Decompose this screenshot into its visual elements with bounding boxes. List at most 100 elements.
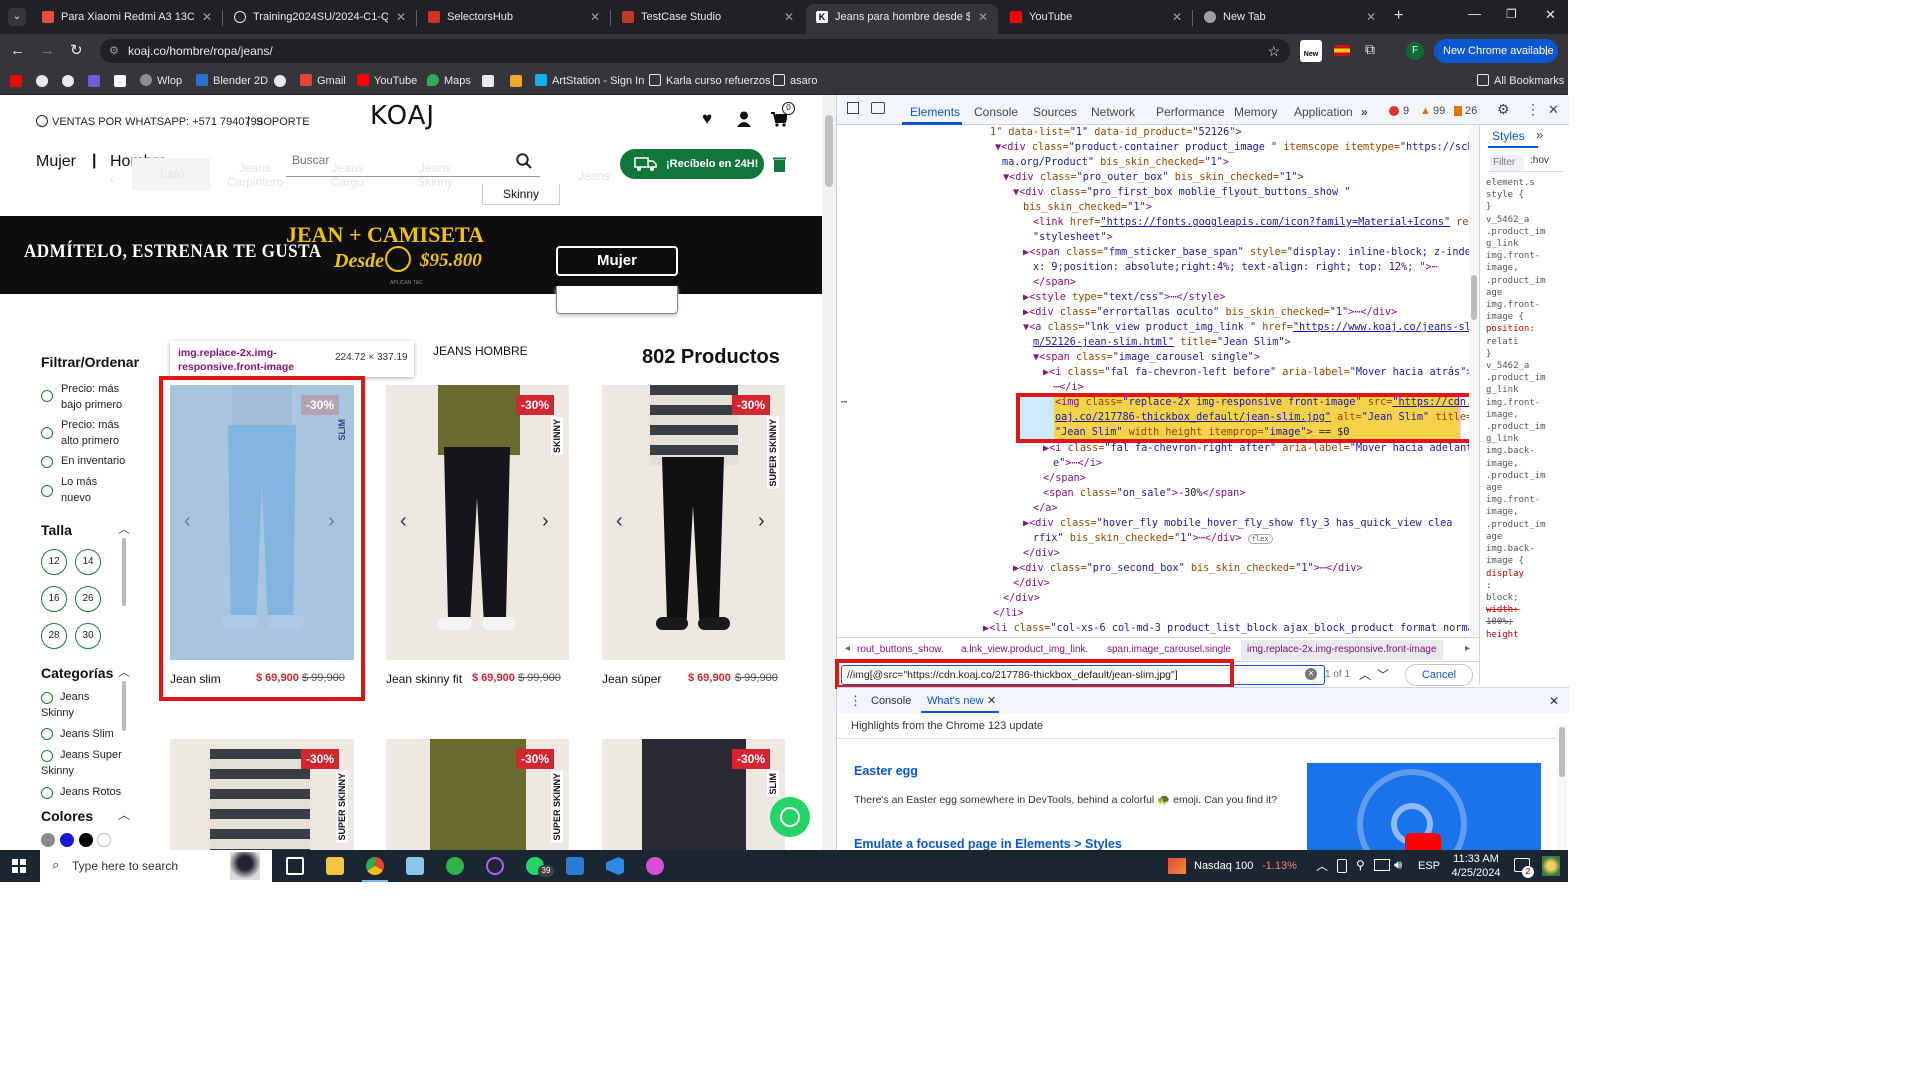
bookmark-icon[interactable] — [36, 75, 48, 87]
elements-scrollbar[interactable] — [1469, 125, 1479, 637]
close-tab-icon[interactable]: ✕ — [202, 4, 212, 30]
size-28[interactable]: 28 — [41, 623, 67, 649]
inspect-element-icon[interactable] — [847, 102, 859, 114]
size-26[interactable]: 26 — [75, 586, 101, 612]
elements-scrollbar-thumb[interactable] — [1471, 275, 1477, 320]
network-icon[interactable] — [1374, 859, 1390, 871]
filter-radio[interactable] — [41, 456, 53, 468]
chip-todo[interactable]: Todo — [132, 158, 210, 190]
close-drawer-tab-icon[interactable]: ✕ — [987, 694, 996, 707]
more-tabs-icon[interactable]: » — [1361, 105, 1368, 119]
category-jeans-super-skinny[interactable]: Jeans Super Skinny — [41, 747, 131, 779]
filter-price-high[interactable]: Precio: más alto primero — [61, 417, 131, 449]
emulate-focused-link[interactable]: Emulate a focused page in Elements > Sty… — [854, 837, 1122, 851]
widget-icon[interactable] — [1542, 856, 1560, 876]
category-radio[interactable] — [41, 787, 53, 799]
crumb-selected[interactable]: img.replace-2x.img-responsive.front-imag… — [1241, 640, 1443, 660]
product-image-jean-skinny-fit[interactable]: ‹ › — [386, 385, 569, 660]
bookmark-star-icon[interactable]: ☆ — [1267, 39, 1280, 63]
settings-gear-icon[interactable]: ⚙ — [1497, 101, 1510, 118]
styles-filter-input[interactable]: Filter — [1490, 155, 1524, 171]
tab-xiaomi[interactable]: Para Xiaomi Redmi A3 13C 12C ✕ — [32, 4, 222, 34]
devtools-tab-performance[interactable]: Performance — [1156, 105, 1225, 119]
delivery-24h-button[interactable]: ¡Recíbelo en 24H! — [620, 149, 764, 179]
play-icon[interactable] — [1405, 833, 1441, 850]
color-swatch-blue[interactable] — [60, 833, 74, 847]
bookmark-icon[interactable] — [62, 75, 74, 87]
carousel-next-icon[interactable]: › — [542, 510, 549, 533]
koaj-logo[interactable]: KOAJ — [370, 101, 435, 131]
close-tab-icon[interactable]: ✕ — [1172, 4, 1182, 30]
close-devtools-icon[interactable]: ✕ — [1548, 102, 1559, 118]
warning-count[interactable]: 99 — [1433, 105, 1445, 117]
bookmark-youtube[interactable]: YouTube — [357, 74, 417, 87]
color-swatch-white[interactable] — [97, 833, 111, 847]
bookmark-icon[interactable] — [482, 75, 494, 87]
previous-match-icon[interactable]: ︿ — [1359, 666, 1371, 683]
devtools-menu-icon[interactable]: ⋮ — [1526, 101, 1540, 118]
category-radio[interactable] — [41, 728, 53, 740]
tab-selectorshub[interactable]: SelectorsHub ✕ — [418, 4, 610, 34]
youtube-bookmark-icon[interactable] — [10, 75, 22, 87]
close-tab-icon[interactable]: ✕ — [396, 4, 406, 30]
tab-youtube[interactable]: YouTube ✕ — [1000, 4, 1192, 34]
new-chrome-available-button[interactable]: New Chrome available ⋮ — [1434, 39, 1558, 63]
filter-newest[interactable]: Lo más nuevo — [61, 474, 111, 506]
whatsapp-sales[interactable]: VENTAS POR WHATSAPP: +571 7940799 — [36, 115, 263, 128]
chevron-up-icon[interactable]: ︿ — [118, 806, 130, 823]
drawer-scrollbar-thumb[interactable] — [1559, 727, 1565, 777]
vscode-icon[interactable] — [606, 857, 624, 875]
soporte-link[interactable]: SOPORTE — [256, 116, 310, 128]
location-icon[interactable]: ⚲ — [1356, 858, 1365, 872]
close-tab-icon[interactable]: ✕ — [1366, 4, 1376, 30]
volume-icon[interactable]: 🔊︎ — [1394, 857, 1402, 873]
filter-radio[interactable] — [41, 390, 53, 402]
search-icon[interactable] — [516, 153, 532, 169]
heart-icon[interactable]: ♥ — [702, 109, 712, 129]
flag-extension-icon[interactable] — [1334, 45, 1350, 56]
carousel-prev-icon[interactable]: ‹ — [616, 510, 623, 533]
clock-time[interactable]: 11:33 AM — [1446, 853, 1506, 865]
bookmark-blender[interactable]: Blender 2D — [196, 74, 268, 87]
error-count[interactable]: 9 — [1403, 105, 1409, 117]
drawer-tab-whats-new[interactable]: What's new — [927, 695, 984, 707]
page-scrollbar[interactable] — [822, 95, 836, 850]
tab-koaj-active[interactable]: K Jeans para hombre desde $79.9 ✕ — [806, 4, 998, 34]
devtools-tab-console[interactable]: Console — [974, 105, 1018, 119]
user-icon[interactable] — [737, 111, 751, 127]
bookmark-icon[interactable] — [114, 75, 126, 87]
bookmark-maps[interactable]: Maps — [427, 74, 471, 87]
product-image-jean-super[interactable]: ‹ › — [602, 385, 785, 660]
more-panes-icon[interactable]: » — [1536, 127, 1543, 142]
back-arrow-icon[interactable]: ← — [10, 42, 25, 59]
crumb[interactable]: a.lnk_view.product_img_link. — [961, 644, 1088, 655]
whatsapp-float-button[interactable] — [770, 797, 810, 837]
chip-jeans-carpintero[interactable]: Jeans Carpintero — [220, 161, 290, 189]
nasdaq-change[interactable]: -1.13% — [1262, 860, 1297, 872]
elements-tree[interactable]: 1" data-list="1" data-id_product="52126"… — [837, 125, 1477, 637]
photos-icon[interactable] — [566, 857, 584, 875]
warning-icon[interactable]: ▲ — [1420, 105, 1431, 117]
close-window-icon[interactable]: ✕ — [1545, 7, 1556, 23]
filter-radio[interactable] — [41, 485, 53, 497]
site-info-icon[interactable]: ⚙ — [109, 39, 119, 63]
whats-new-video-thumbnail[interactable] — [1307, 763, 1541, 850]
windows-start-icon[interactable] — [12, 859, 26, 873]
chip-prev-icon[interactable]: ‹ — [110, 170, 115, 186]
chevron-up-icon[interactable]: ︿ — [118, 520, 130, 537]
app-icon[interactable] — [646, 857, 664, 875]
tab-search-button[interactable]: ⌄ — [8, 8, 26, 26]
carousel-prev-icon[interactable]: ‹ — [400, 510, 407, 533]
chip-skinny[interactable]: Skinny — [482, 184, 560, 205]
crumb[interactable]: rout_buttons_show. — [857, 644, 944, 655]
close-tab-icon[interactable]: ✕ — [978, 4, 988, 30]
crumb[interactable]: span.image_carousel.single — [1107, 644, 1231, 655]
filter-price-low[interactable]: Precio: más bajo primero — [61, 381, 131, 413]
task-view-icon[interactable] — [286, 857, 304, 875]
bookmark-wlop[interactable]: Wlop — [140, 74, 182, 87]
error-icon[interactable] — [1389, 106, 1399, 116]
carousel-next-icon[interactable]: › — [758, 510, 765, 533]
size-16[interactable]: 16 — [41, 586, 67, 612]
reload-icon[interactable]: ↻ — [70, 41, 83, 59]
size-12[interactable]: 12 — [41, 549, 67, 575]
